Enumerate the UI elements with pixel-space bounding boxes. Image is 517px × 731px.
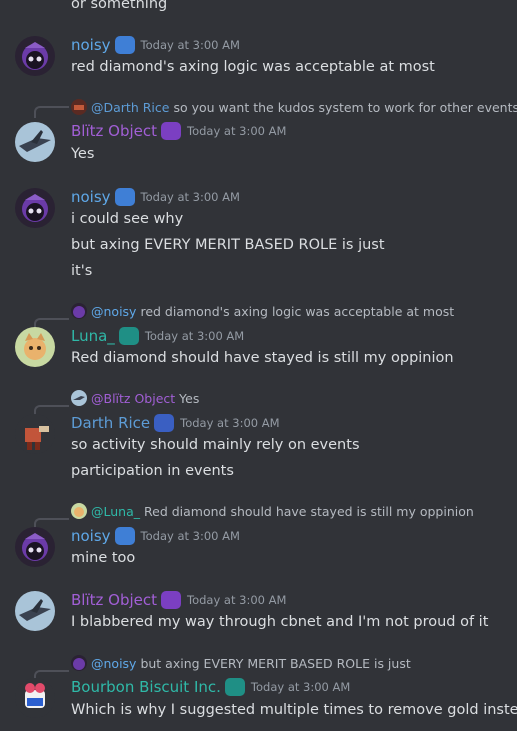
avatar-noisy[interactable]: [15, 36, 55, 76]
timestamp[interactable]: Today at 3:00 AM: [145, 329, 244, 343]
card-icon: [154, 414, 175, 432]
message-text: mine too: [71, 550, 136, 566]
message-text: so activity should mainly rely on events: [71, 437, 360, 453]
reply-avatar: [71, 99, 87, 115]
avatar-blitz-object[interactable]: [15, 122, 55, 162]
gamepad-icon: [118, 327, 139, 345]
username[interactable]: noisy: [71, 527, 111, 545]
reply-preview[interactable]: @Blïtz Object Yes: [71, 389, 199, 407]
message-text: but axing EVERY MERIT BASED ROLE is just: [71, 237, 385, 253]
username[interactable]: noisy: [71, 188, 111, 206]
timestamp[interactable]: Today at 3:00 AM: [251, 680, 350, 694]
controller-icon: [114, 188, 135, 206]
username[interactable]: Luna_: [71, 327, 115, 345]
reply-text: Yes: [179, 390, 200, 406]
reply-avatar: [71, 655, 87, 671]
message-header: Blïtz Object Today at 3:00 AM: [71, 589, 286, 611]
reply-mention[interactable]: @noisy: [91, 656, 136, 671]
avatar-darth-rice[interactable]: [15, 414, 55, 454]
message-list: or something noisy Today at 3:00 AM red …: [0, 0, 517, 731]
reply-avatar: [71, 303, 87, 319]
timestamp[interactable]: Today at 3:00 AM: [187, 593, 286, 607]
username[interactable]: noisy: [71, 36, 111, 54]
reply-text: so you want the kudos system to work for…: [173, 99, 517, 115]
game-icon: [161, 122, 182, 140]
reply-preview[interactable]: @noisy but axing EVERY MERIT BASED ROLE …: [71, 654, 411, 672]
reply-preview[interactable]: @noisy red diamond's axing logic was acc…: [71, 302, 454, 320]
avatar-blitz-object[interactable]: [15, 591, 55, 631]
reply-preview[interactable]: @Darth Rice so you want the kudos system…: [71, 98, 517, 116]
message-header: noisy Today at 3:00 AM: [71, 525, 240, 547]
reply-text: Red diamond should have stayed is still …: [144, 503, 474, 519]
controller-icon: [114, 36, 135, 54]
avatar-noisy[interactable]: [15, 188, 55, 228]
gamepad-icon: [224, 678, 245, 696]
message-text: Which is why I suggested multiple times …: [71, 702, 517, 718]
reply-mention[interactable]: @Blïtz Object: [91, 391, 175, 406]
controller-icon: [114, 527, 135, 545]
reply-mention[interactable]: @noisy: [91, 304, 136, 319]
message-text: i could see why: [71, 211, 184, 227]
message-text: it's: [71, 263, 93, 279]
timestamp[interactable]: Today at 3:00 AM: [141, 190, 240, 204]
reply-avatar: [71, 390, 87, 406]
username[interactable]: Darth Rice: [71, 414, 150, 432]
reply-text: but axing EVERY MERIT BASED ROLE is just: [140, 655, 411, 671]
message-text: I blabbered my way through cbnet and I'm…: [71, 614, 489, 630]
message-header: Luna_ Today at 3:00 AM: [71, 325, 244, 347]
message-header: Bourbon Biscuit Inc. Today at 3:00 AM: [71, 676, 350, 698]
reply-text: red diamond's axing logic was acceptable…: [140, 303, 455, 319]
timestamp[interactable]: Today at 3:00 AM: [187, 124, 286, 138]
reply-mention[interactable]: @Darth Rice: [91, 100, 169, 115]
reply-avatar: [71, 503, 87, 519]
message-header: Darth Rice Today at 3:00 AM: [71, 412, 280, 434]
message-text: red diamond's axing logic was acceptable…: [71, 59, 435, 75]
reply-mention[interactable]: @Luna_: [91, 504, 140, 519]
message-text: Red diamond should have stayed is still …: [71, 350, 454, 366]
avatar-luna[interactable]: [15, 327, 55, 367]
timestamp[interactable]: Today at 3:00 AM: [141, 38, 240, 52]
avatar-bourbon-biscuit[interactable]: [15, 678, 55, 718]
username[interactable]: Blïtz Object: [71, 122, 157, 140]
game-icon: [161, 591, 182, 609]
reply-spine: [34, 106, 69, 118]
message-text: participation in events: [71, 463, 234, 479]
message-header: noisy Today at 3:00 AM: [71, 34, 240, 56]
message-header: Blïtz Object Today at 3:00 AM: [71, 120, 286, 142]
timestamp[interactable]: Today at 3:00 AM: [180, 416, 279, 430]
message-header: noisy Today at 3:00 AM: [71, 186, 240, 208]
avatar-noisy[interactable]: [15, 527, 55, 567]
reply-preview[interactable]: @Luna_ Red diamond should have stayed is…: [71, 502, 474, 520]
message-text: or something: [71, 0, 168, 12]
username[interactable]: Bourbon Biscuit Inc.: [71, 678, 221, 696]
message-text: Yes: [71, 146, 95, 162]
timestamp[interactable]: Today at 3:00 AM: [141, 529, 240, 543]
username[interactable]: Blïtz Object: [71, 591, 157, 609]
